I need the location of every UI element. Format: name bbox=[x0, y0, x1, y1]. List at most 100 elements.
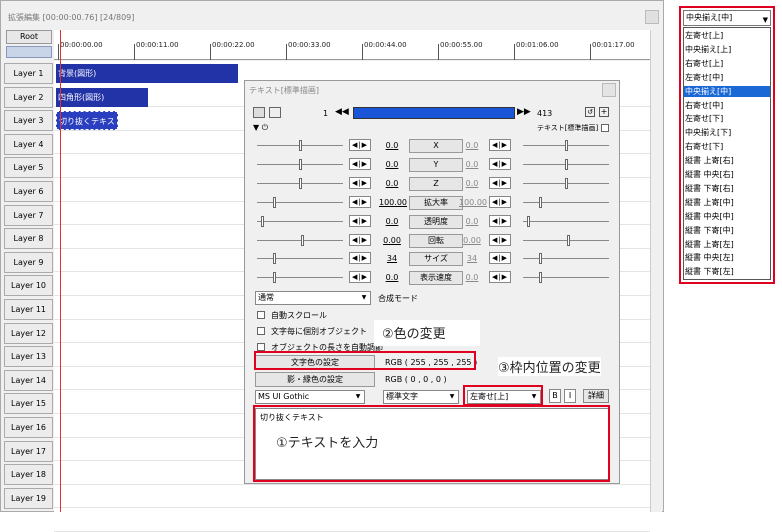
layer-button[interactable]: Layer 8 bbox=[4, 228, 53, 250]
param-step-arrows-right[interactable]: ◀|▶ bbox=[489, 157, 511, 170]
align-option[interactable]: 縦書 上寄[左] bbox=[684, 239, 770, 251]
layer-button[interactable]: Layer 5 bbox=[4, 157, 53, 179]
param-step-arrows-right[interactable]: ◀|▶ bbox=[489, 252, 511, 265]
param-value-left[interactable]: 0.00 bbox=[379, 236, 405, 245]
param-slider-track-left[interactable] bbox=[257, 201, 343, 203]
layer-button[interactable]: Layer 17 bbox=[4, 440, 53, 462]
param-button[interactable]: 回転 bbox=[409, 233, 463, 248]
param-slider-knob-left[interactable] bbox=[273, 196, 276, 208]
param-value-left[interactable]: 0.0 bbox=[379, 160, 405, 169]
param-button[interactable]: 表示速度 bbox=[409, 271, 463, 286]
layer-button[interactable]: Layer 11 bbox=[4, 299, 53, 320]
timeline-clip[interactable]: 四角形(図形) bbox=[56, 87, 148, 107]
param-slider-knob-right[interactable] bbox=[539, 196, 542, 208]
param-slider-knob-right[interactable] bbox=[565, 177, 568, 189]
param-slider-track-left[interactable] bbox=[257, 239, 343, 241]
param-slider-track-left[interactable] bbox=[257, 258, 343, 260]
param-slider-track-left[interactable] bbox=[257, 220, 343, 222]
camera-icon[interactable] bbox=[269, 107, 281, 118]
next-frame-icon[interactable]: ▶▶ bbox=[517, 107, 531, 117]
clip-icon[interactable] bbox=[253, 107, 265, 118]
align-option[interactable]: 左寄せ[下] bbox=[684, 113, 770, 125]
align-option[interactable]: 右寄せ[中] bbox=[684, 100, 770, 112]
collapse-arrow-icon[interactable]: ▼ ⏻ bbox=[253, 123, 268, 133]
param-slider-track-right[interactable] bbox=[523, 258, 609, 260]
param-value-right[interactable]: 100.00 bbox=[459, 198, 487, 207]
align-option[interactable]: 縦書 中央[中] bbox=[684, 211, 770, 223]
auto-length-checkbox[interactable] bbox=[257, 343, 265, 351]
italic-button[interactable]: I bbox=[564, 389, 576, 403]
align-option[interactable]: 左寄せ[上] bbox=[684, 30, 770, 42]
align-option[interactable]: 右寄せ[上] bbox=[684, 58, 770, 70]
param-slider-knob-right[interactable] bbox=[567, 234, 570, 246]
layer-button[interactable]: Layer 16 bbox=[4, 417, 53, 438]
layer-button[interactable]: Layer 2 bbox=[4, 86, 53, 108]
param-step-arrows-left[interactable]: ◀|▶ bbox=[349, 139, 371, 151]
chevron-down-icon[interactable]: ▼ bbox=[763, 13, 768, 27]
param-value-right[interactable]: 0.0 bbox=[459, 141, 485, 150]
align-option[interactable]: 中央揃え[中] bbox=[684, 85, 770, 98]
align-dropdown-select[interactable]: 中央揃え[中] ▼ bbox=[683, 10, 771, 26]
param-step-arrows-left[interactable]: ◀|▶ bbox=[349, 233, 371, 246]
param-step-arrows-right[interactable]: ◀|▶ bbox=[489, 214, 511, 227]
param-button[interactable]: 透明度 bbox=[409, 214, 463, 229]
param-slider-knob-right[interactable] bbox=[539, 272, 542, 284]
align-option[interactable]: 中央揃え[下] bbox=[684, 127, 770, 139]
bold-button[interactable]: B bbox=[549, 389, 561, 403]
object-enable-checkbox[interactable] bbox=[601, 124, 609, 132]
timeline-close-button[interactable] bbox=[645, 10, 659, 24]
param-slider-knob-left[interactable] bbox=[273, 253, 276, 265]
layer-button[interactable]: Layer 7 bbox=[4, 204, 53, 226]
param-slider-knob-left[interactable] bbox=[273, 272, 276, 284]
layer-track[interactable] bbox=[54, 485, 650, 509]
align-option[interactable]: 右寄せ[下] bbox=[684, 141, 770, 153]
param-step-arrows-right[interactable]: ◀|▶ bbox=[489, 233, 511, 246]
layer-button[interactable]: Layer 1 bbox=[4, 63, 53, 84]
align-option[interactable]: 左寄せ[中] bbox=[684, 72, 770, 84]
param-slider-track-right[interactable] bbox=[523, 277, 609, 279]
param-step-arrows-left[interactable]: ◀|▶ bbox=[349, 271, 371, 284]
dialog-close-button[interactable] bbox=[602, 83, 616, 97]
align-option[interactable]: 縦書 上寄[中] bbox=[684, 197, 770, 209]
align-option[interactable]: 中央揃え[上] bbox=[684, 44, 770, 56]
param-value-left[interactable]: 0.0 bbox=[379, 141, 405, 150]
param-step-arrows-right[interactable]: ◀|▶ bbox=[489, 195, 511, 208]
param-value-left[interactable]: 34 bbox=[379, 254, 405, 263]
param-slider-knob-right[interactable] bbox=[565, 158, 568, 170]
param-slider-knob-left[interactable] bbox=[261, 215, 264, 227]
layer-button[interactable]: Layer 4 bbox=[4, 133, 53, 155]
param-slider-knob-left[interactable] bbox=[299, 158, 302, 170]
param-value-right[interactable]: 0.0 bbox=[459, 217, 485, 226]
param-slider-knob-left[interactable] bbox=[299, 140, 302, 151]
param-step-arrows-right[interactable]: ◀|▶ bbox=[489, 176, 511, 189]
layer-button[interactable]: Layer 13 bbox=[4, 346, 53, 368]
align-option[interactable]: 縦書 中央[右] bbox=[684, 169, 770, 181]
param-step-arrows-left[interactable]: ◀|▶ bbox=[349, 214, 371, 227]
detail-button[interactable]: 詳細 bbox=[583, 389, 609, 403]
auto-scroll-checkbox[interactable] bbox=[257, 311, 265, 319]
param-button[interactable]: 拡大率 bbox=[409, 195, 463, 210]
param-value-right[interactable]: 0.0 bbox=[459, 273, 485, 282]
param-button[interactable]: X bbox=[409, 139, 463, 153]
add-filter-icon[interactable]: + bbox=[599, 107, 609, 117]
align-option[interactable]: 縦書 中央[左] bbox=[684, 252, 770, 264]
align-option[interactable]: 縦書 下寄[中] bbox=[684, 225, 770, 237]
param-value-right[interactable]: 0.0 bbox=[459, 160, 485, 169]
param-value-right[interactable]: 0.0 bbox=[459, 179, 485, 188]
param-slider-knob-right[interactable] bbox=[527, 215, 530, 227]
layer-button[interactable]: Layer 10 bbox=[4, 275, 53, 297]
param-slider-track-right[interactable] bbox=[523, 220, 609, 222]
align-option[interactable]: 縦書 下寄[右] bbox=[684, 183, 770, 195]
layer-button[interactable]: Layer 15 bbox=[4, 393, 53, 415]
playhead-line[interactable] bbox=[60, 30, 61, 512]
shadow-color-button[interactable]: 影・縁色の設定 bbox=[255, 372, 375, 387]
param-value-right[interactable]: 34 bbox=[459, 254, 485, 263]
param-slider-track-right[interactable] bbox=[523, 239, 609, 241]
param-slider-knob-left[interactable] bbox=[299, 177, 302, 189]
param-step-arrows-right[interactable]: ◀|▶ bbox=[489, 271, 511, 284]
param-step-arrows-left[interactable]: ◀|▶ bbox=[349, 157, 371, 170]
frame-range-bar[interactable] bbox=[353, 107, 515, 119]
align-option[interactable]: 縦書 下寄[左] bbox=[684, 266, 770, 278]
param-button[interactable]: Z bbox=[409, 176, 463, 191]
param-step-arrows-left[interactable]: ◀|▶ bbox=[349, 176, 371, 189]
